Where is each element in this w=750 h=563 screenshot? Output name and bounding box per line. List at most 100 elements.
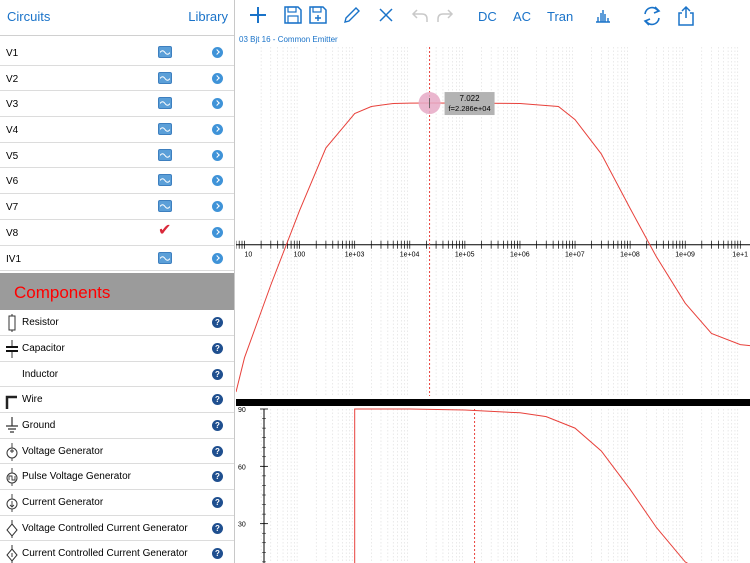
components-header: Components bbox=[0, 273, 234, 311]
vccs-icon bbox=[6, 519, 18, 538]
disclosure-icon[interactable] bbox=[212, 72, 223, 84]
component-row[interactable]: Wire? bbox=[0, 387, 234, 413]
component-row[interactable]: Current Controlled Current Generator? bbox=[0, 541, 234, 563]
source-row[interactable]: V8 ✔ bbox=[0, 220, 234, 246]
waveform-icon[interactable] bbox=[158, 123, 172, 136]
source-row[interactable]: V3 bbox=[0, 91, 234, 118]
sidebar-header: Circuits Library bbox=[0, 0, 234, 36]
add-icon[interactable] bbox=[248, 5, 268, 25]
component-row[interactable]: Pulse Voltage Generator? bbox=[0, 464, 234, 490]
help-icon[interactable]: ? bbox=[212, 522, 223, 534]
source-label: IV1 bbox=[6, 253, 22, 265]
x-tick-label: 1e+04 bbox=[400, 252, 420, 259]
component-row[interactable]: Capacitor? bbox=[0, 336, 234, 362]
source-label: V1 bbox=[6, 48, 19, 59]
x-tick-label: 1e+08 bbox=[620, 252, 640, 259]
waveform-icon[interactable] bbox=[158, 97, 172, 110]
save-as-icon[interactable] bbox=[308, 5, 328, 25]
plot-separator[interactable] bbox=[236, 399, 750, 406]
waveform-icon[interactable] bbox=[158, 200, 172, 213]
library-button[interactable]: Library bbox=[188, 9, 228, 24]
components-title: Components bbox=[14, 283, 111, 303]
x-tick-label: 1e+09 bbox=[675, 252, 695, 259]
y-tick-label: 30 bbox=[238, 522, 246, 529]
component-label: Inductor bbox=[22, 368, 59, 380]
source-label: V7 bbox=[6, 202, 19, 214]
waveform-icon[interactable] bbox=[158, 251, 172, 264]
help-icon[interactable]: ? bbox=[212, 445, 223, 457]
source-label: V8 bbox=[6, 227, 19, 239]
x-tick-label: 1e+06 bbox=[510, 252, 530, 259]
waveform-icon[interactable] bbox=[158, 46, 172, 58]
help-icon[interactable]: ? bbox=[212, 342, 223, 354]
component-row[interactable]: Current Generator? bbox=[0, 490, 234, 516]
spectrum-icon[interactable] bbox=[594, 5, 612, 25]
disclosure-icon[interactable] bbox=[212, 226, 223, 238]
disclosure-icon[interactable] bbox=[212, 98, 223, 110]
component-label: Voltage Controlled Current Generator bbox=[22, 522, 188, 534]
waveform-icon[interactable] bbox=[158, 174, 172, 187]
save-icon[interactable] bbox=[283, 5, 303, 25]
source-row[interactable]: IV1 bbox=[0, 246, 234, 272]
component-row[interactable]: Inductor? bbox=[0, 362, 234, 388]
component-row[interactable]: Ground? bbox=[0, 413, 234, 439]
checkmark-icon[interactable]: ✔ bbox=[158, 222, 171, 239]
disclosure-icon[interactable] bbox=[212, 124, 223, 136]
inductor-icon bbox=[5, 366, 19, 384]
component-label: Voltage Generator bbox=[22, 445, 104, 457]
circuits-button[interactable]: Circuits bbox=[7, 9, 50, 24]
redo-icon[interactable] bbox=[436, 5, 454, 25]
sidebar: Circuits Library V1 V2 V3 V4 V5 V6 V7 V8 ✔ IV1 Co… bbox=[0, 0, 235, 563]
component-label: Ground bbox=[22, 419, 56, 431]
edit-icon[interactable] bbox=[342, 5, 362, 25]
transient-analysis-button[interactable]: Tran bbox=[547, 9, 573, 24]
source-label: V3 bbox=[6, 99, 19, 111]
y-tick-label: 60 bbox=[238, 464, 246, 471]
help-icon[interactable]: ? bbox=[212, 548, 223, 560]
source-row[interactable]: V7 bbox=[0, 194, 234, 220]
component-label: Pulse Voltage Generator bbox=[22, 471, 131, 483]
undo-icon[interactable] bbox=[411, 5, 429, 25]
share-icon[interactable] bbox=[676, 5, 696, 27]
help-icon[interactable]: ? bbox=[212, 368, 223, 380]
help-icon[interactable]: ? bbox=[212, 317, 223, 329]
source-row[interactable]: V4 bbox=[0, 117, 234, 143]
help-icon[interactable]: ? bbox=[212, 419, 223, 431]
cursor-frequency-label: f=2.286e+04 bbox=[448, 104, 490, 113]
disclosure-icon[interactable] bbox=[212, 47, 223, 58]
refresh-icon[interactable] bbox=[641, 5, 663, 27]
dc-analysis-button[interactable]: DC bbox=[478, 9, 497, 24]
delete-icon[interactable] bbox=[376, 5, 396, 25]
toolbar: DC AC Tran bbox=[236, 0, 750, 33]
source-row[interactable]: V6 bbox=[0, 168, 234, 195]
bode-plots[interactable]: 10 100 1e+03 1e+04 1e+05 1e+06 1e+07 1e+08 1e+09… bbox=[236, 47, 750, 563]
source-row[interactable]: V1 bbox=[0, 40, 234, 66]
help-icon[interactable]: ? bbox=[212, 394, 223, 406]
cursor-value-label: 7.022 bbox=[460, 94, 481, 103]
disclosure-icon[interactable] bbox=[212, 175, 223, 187]
help-icon[interactable]: ? bbox=[212, 471, 223, 483]
disclosure-icon[interactable] bbox=[212, 201, 223, 213]
waveform-icon[interactable] bbox=[158, 71, 172, 84]
x-tick-label: 1e+1 bbox=[732, 252, 748, 259]
pulse-generator-icon bbox=[6, 468, 18, 487]
x-tick-label: 1e+03 bbox=[345, 252, 365, 259]
y-tick-label: 90 bbox=[238, 407, 246, 414]
ground-icon bbox=[6, 416, 18, 433]
x-tick-label: 1e+05 bbox=[455, 252, 475, 259]
component-row[interactable]: Voltage Generator? bbox=[0, 439, 234, 465]
component-label: Current Generator bbox=[22, 497, 104, 508]
source-row[interactable]: V2 bbox=[0, 66, 234, 92]
ac-analysis-button[interactable]: AC bbox=[513, 9, 531, 24]
disclosure-icon[interactable] bbox=[212, 252, 223, 264]
component-row[interactable]: Resistor? bbox=[0, 310, 234, 336]
disclosure-icon[interactable] bbox=[212, 149, 223, 161]
cccs-icon bbox=[6, 545, 18, 563]
help-icon[interactable]: ? bbox=[212, 497, 223, 508]
circuit-title: 03 Bjt 16 - Common Emitter bbox=[239, 35, 338, 44]
source-row[interactable]: V5 bbox=[0, 143, 234, 169]
waveform-icon[interactable] bbox=[158, 148, 172, 161]
component-row[interactable]: Voltage Controlled Current Generator? bbox=[0, 516, 234, 542]
plot-area[interactable]: 10 100 1e+03 1e+04 1e+05 1e+06 1e+07 1e+08 1e+09… bbox=[236, 47, 750, 563]
source-label: V4 bbox=[6, 125, 19, 137]
